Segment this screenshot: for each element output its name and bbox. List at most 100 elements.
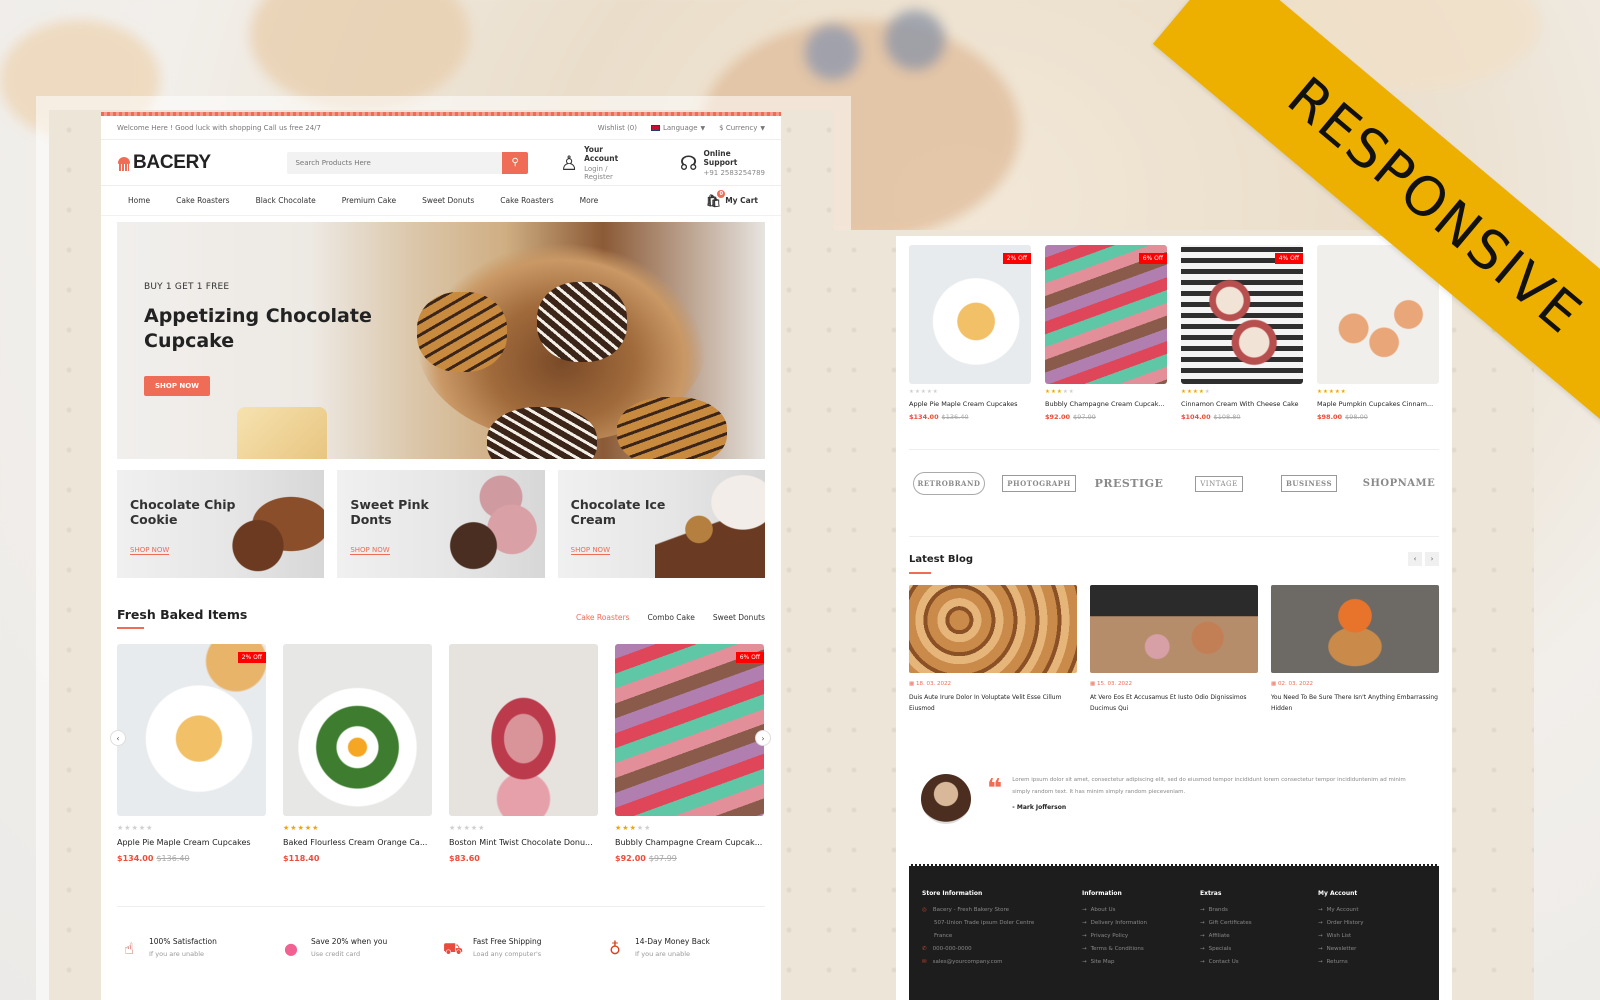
tab-sweet-donuts[interactable]: Sweet Donuts [713, 613, 765, 622]
language-dropdown[interactable]: Language ▼ [650, 123, 705, 132]
currency-dropdown[interactable]: $ Currency ▼ [719, 124, 765, 132]
product-card[interactable]: 4% Off ★★★★★ Cinnamon Cream With Cheese … [1181, 245, 1303, 421]
nav-sweet-donuts[interactable]: Sweet Donuts [422, 196, 474, 205]
promo-title: Chocolate Chip Cookie [130, 497, 236, 527]
blog-post[interactable]: ▦ 18. 03. 2022 Duis Aute Irure Dolor In … [909, 585, 1077, 714]
store-email[interactable]: sales@yourcompany.com [933, 959, 1003, 965]
promo-banner[interactable]: Chocolate Ice Cream SHOP NOW [557, 470, 765, 578]
brand-logo[interactable]: PRESTIGE [1089, 477, 1169, 490]
footer-link[interactable]: → Specials [1200, 946, 1318, 952]
footer-link[interactable]: → Contact Us [1200, 959, 1318, 965]
product-card[interactable]: 6% Off ★★★★★ Bubbly Champagne Cream Cupc… [1045, 245, 1167, 421]
footer-link[interactable]: → Order History [1318, 920, 1418, 926]
product-card[interactable]: ★★★★★ Maple Pumpkin Cupcakes Cinnam... $… [1317, 245, 1439, 421]
brand-logo[interactable]: BUSINESS [1269, 474, 1349, 492]
section-divider [117, 906, 765, 907]
logo[interactable]: BACERY [117, 152, 287, 174]
brand-logo[interactable]: SHOPNAME [1359, 478, 1439, 489]
hero-shop-now-button[interactable]: SHOP NOW [144, 376, 210, 396]
footer-link[interactable]: → Site Map [1082, 959, 1200, 965]
product-name[interactable]: Apple Pie Maple Cream Cupcakes [909, 400, 1031, 408]
footer-link[interactable]: → My Account [1318, 907, 1418, 913]
nav-premium-cake[interactable]: Premium Cake [342, 196, 396, 205]
support-link[interactable]: ☊ Online Support +91 2583254789 [680, 149, 765, 177]
testimonial: ❝ Lorem ipsum dolor sit amet, consectetu… [921, 774, 1431, 824]
footer-link[interactable]: → Gift Certificates [1200, 920, 1318, 926]
footer-link[interactable]: → Privacy Policy [1082, 933, 1200, 939]
price-old: $97.99 [648, 854, 677, 863]
product-name[interactable]: Apple Pie Maple Cream Cupcakes [117, 838, 266, 847]
search-input[interactable] [287, 151, 503, 174]
blog-prev-button[interactable]: ‹ [1408, 552, 1422, 566]
brand-logo[interactable]: PHOTOGRAPH [999, 474, 1079, 492]
chevron-left-icon: ‹ [116, 733, 120, 743]
blog-post-title[interactable]: You Need To Be Sure There Isn't Anything… [1271, 692, 1439, 714]
hero-muffin-image [537, 282, 627, 362]
blog-post[interactable]: ▦ 15. 03. 2022 At Vero Eos Et Accusamus … [1090, 585, 1258, 714]
product-name[interactable]: Boston Mint Twist Chocolate Donu... [449, 838, 598, 847]
blog-post[interactable]: ▦ 02. 03. 2022 You Need To Be Sure There… [1271, 585, 1439, 714]
blog-post-title[interactable]: At Vero Eos Et Accusamus Et Iusto Odio D… [1090, 692, 1258, 714]
star-empty-icon: ★ [1204, 389, 1211, 395]
brand-name: BUSINESS [1280, 474, 1338, 492]
footer-column: Extras → Brands → Gift Certificates → Affil… [1200, 890, 1318, 972]
product-name[interactable]: Cinnamon Cream With Cheese Cake [1181, 400, 1303, 408]
search-button[interactable]: ⚲ [502, 151, 529, 174]
promo-shop-now-link[interactable]: SHOP NOW [130, 546, 170, 555]
promo-shop-now-link[interactable]: SHOP NOW [350, 546, 390, 555]
footer-heading: Information [1082, 890, 1122, 897]
footer-link[interactable]: → Returns [1318, 959, 1418, 965]
language-label: Language [662, 123, 698, 132]
footer-link[interactable]: → About Us [1082, 907, 1200, 913]
carousel-next-button[interactable]: › [755, 730, 771, 746]
product-name[interactable]: Baked Flourless Cream Orange Ca... [283, 838, 432, 847]
nav-more[interactable]: More [580, 196, 599, 205]
blog-post-title[interactable]: Duis Aute Irure Dolor In Voluptate Velit… [909, 692, 1077, 714]
calendar-icon: ▦ [1271, 681, 1278, 687]
product-card[interactable]: 2% Off ★★★★★ Apple Pie Maple Cream Cupca… [909, 245, 1031, 421]
product-name[interactable]: Bubbly Champagne Cream Cupcak... [615, 838, 764, 847]
brand-name: PHOTOGRAPH [1002, 474, 1076, 492]
tab-combo-cake[interactable]: Combo Cake [647, 613, 694, 622]
nav-black-chocolate[interactable]: Black Chocolate [256, 196, 316, 205]
footer-link[interactable]: → Terms & Conditions [1082, 946, 1200, 952]
carousel-prev-button[interactable]: ‹ [110, 730, 126, 746]
promo-shop-now-link[interactable]: SHOP NOW [570, 546, 610, 555]
cart-button[interactable]: 🛍 0 My Cart [706, 189, 758, 208]
blog-list: ▦ 18. 03. 2022 Duis Aute Irure Dolor In … [909, 585, 1439, 714]
star-empty-icon: ★ [131, 824, 139, 832]
price-current: $92.00 [1045, 413, 1071, 421]
brand-logo[interactable]: RETROBRAND [909, 472, 989, 495]
product-card[interactable]: 6% Off ★★★★★ Bubbly Champagne Cream Cupc… [615, 644, 764, 863]
product-card[interactable]: ★★★★★ Boston Mint Twist Chocolate Donu..… [449, 644, 598, 863]
account-link[interactable]: ♙ Your Account Login / Register [560, 145, 638, 181]
wishlist-link[interactable]: Wishlist (0) [598, 124, 637, 132]
cart-count: 0 [717, 189, 726, 198]
nav-cake-roasters[interactable]: Cake Roasters [176, 196, 229, 205]
product-name[interactable]: Bubbly Champagne Cream Cupcak... [1045, 400, 1167, 408]
star-empty-icon: ★ [644, 824, 652, 832]
nav-cake-roasters-2[interactable]: Cake Roasters [500, 196, 553, 205]
rating-stars: ★★★★★ [117, 824, 266, 832]
brand-logo[interactable]: VINTAGE [1179, 475, 1259, 492]
section-divider [909, 536, 1439, 537]
footer-link[interactable]: → Brands [1200, 907, 1318, 913]
product-card[interactable]: 2% Off ★★★★★ Apple Pie Maple Cream Cupca… [117, 644, 266, 863]
footer-link[interactable]: → Delivery Information [1082, 920, 1200, 926]
footer-store-info: Store Information ◎ Bacery - Fresh Bakery… [922, 890, 1082, 972]
promo-banner[interactable]: Chocolate Chip Cookie SHOP NOW [117, 470, 325, 578]
product-name[interactable]: Maple Pumpkin Cupcakes Cinnam... [1317, 400, 1439, 408]
hero-cake-image [237, 407, 327, 459]
footer-link[interactable]: → Affiliate [1200, 933, 1318, 939]
footer-heading: My Account [1318, 890, 1358, 897]
footer-link[interactable]: → Wish List [1318, 933, 1418, 939]
blog-header: Latest Blog ‹ › [909, 552, 1439, 574]
footer-link[interactable]: → Newsletter [1318, 946, 1418, 952]
blog-next-button[interactable]: › [1425, 552, 1439, 566]
promo-banner[interactable]: Sweet Pink Donts SHOP NOW [337, 470, 545, 578]
tab-cake-roasters[interactable]: Cake Roasters [576, 613, 629, 622]
product-card[interactable]: ★★★★★ Baked Flourless Cream Orange Ca...… [283, 644, 432, 863]
testimonial-avatar [921, 774, 971, 824]
store-address: 507-Union Trade ipsum Doler Centre [934, 920, 1035, 926]
nav-home[interactable]: Home [128, 196, 150, 205]
